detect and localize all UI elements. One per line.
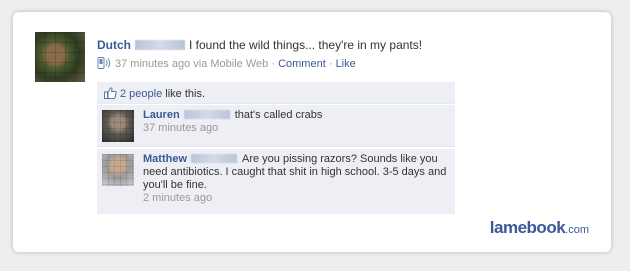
commenter-name[interactable]: Matthew bbox=[143, 153, 187, 165]
watermark-brand: lamebook bbox=[489, 218, 566, 237]
like-link[interactable]: Like bbox=[336, 58, 356, 70]
comment-text: Are you pissing razors? Sounds like you … bbox=[143, 153, 447, 191]
commenter-avatar[interactable] bbox=[102, 154, 134, 186]
redacted-surname bbox=[183, 110, 230, 119]
comment-body: Matthew Are you pissing razors? Sounds li… bbox=[143, 153, 449, 205]
mobile-phone-icon bbox=[97, 57, 111, 69]
comment-body: Lauren that's called crabs 37 minutes ago bbox=[143, 109, 449, 135]
commenter-name[interactable]: Lauren bbox=[143, 109, 180, 121]
comment-item: Matthew Are you pissing razors? Sounds li… bbox=[97, 148, 455, 214]
watermark-domain: .com bbox=[565, 224, 589, 236]
post-card: Dutch I found the wild things... they're … bbox=[13, 12, 611, 252]
redacted-surname bbox=[135, 40, 185, 50]
likes-suffix: like this. bbox=[162, 88, 206, 100]
author-avatar[interactable] bbox=[35, 32, 85, 82]
author-name[interactable]: Dutch bbox=[97, 38, 131, 52]
meta-separator: · bbox=[271, 58, 276, 70]
comment-item: Lauren that's called crabs 37 minutes ago bbox=[97, 104, 455, 147]
redacted-surname bbox=[191, 154, 237, 163]
post-header: Dutch I found the wild things... they're … bbox=[97, 38, 422, 52]
likes-bar: 2 people like this. bbox=[97, 82, 455, 104]
thumbs-up-icon bbox=[104, 87, 117, 99]
comment-timestamp: 2 minutes ago bbox=[143, 192, 213, 204]
meta-separator: · bbox=[328, 58, 333, 70]
commenter-avatar[interactable] bbox=[102, 110, 134, 142]
post-timestamp: 37 minutes ago bbox=[115, 58, 191, 70]
comment-timestamp: 37 minutes ago bbox=[143, 122, 219, 134]
comment-text: that's called crabs bbox=[234, 109, 323, 121]
likes-count-link[interactable]: 2 people bbox=[120, 88, 162, 100]
lamebook-watermark: lamebook.com bbox=[490, 218, 589, 238]
post-source: via Mobile Web bbox=[193, 58, 269, 70]
comment-link[interactable]: Comment bbox=[278, 58, 326, 70]
post-meta: 37 minutes ago via Mobile Web · Comment … bbox=[97, 57, 356, 70]
post-text: I found the wild things... they're in my… bbox=[189, 38, 423, 52]
